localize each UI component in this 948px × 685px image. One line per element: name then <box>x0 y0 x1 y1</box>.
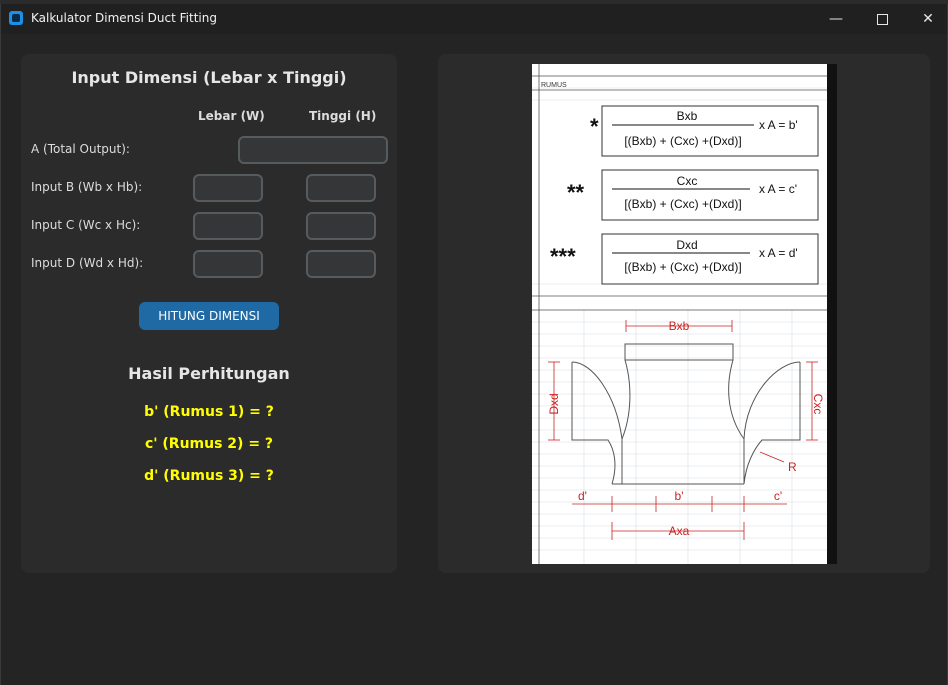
app-icon <box>9 11 23 25</box>
formula-1-numerator: Bxb <box>677 109 698 123</box>
formula-3-mark: *** <box>550 244 576 269</box>
minimize-button[interactable]: — <box>813 4 859 34</box>
results-title: Hasil Perhitungan <box>128 364 290 383</box>
window-title: Kalkulator Dimensi Duct Fitting <box>31 11 217 25</box>
width-column-header: Lebar (W) <box>198 109 265 123</box>
formula-1-mark: * <box>590 114 599 139</box>
reference-panel: RUMUS * Bxb [(Bxb) + (Cxc) +(Dxd)] x A =… <box>438 54 930 573</box>
formula-3-denominator: [(Bxb) + (Cxc) +(Dxd)] <box>624 260 741 274</box>
input-panel: Input Dimensi (Lebar x Tinggi) Lebar (W)… <box>21 54 397 573</box>
dim-right-label: Cxc <box>811 394 825 415</box>
formula-1-denominator: [(Bxb) + (Cxc) +(Dxd)] <box>624 134 741 148</box>
input-c-width[interactable] <box>193 212 263 240</box>
result-d-prime: d' (Rumus 3) = ? <box>144 468 274 484</box>
formula-3: *** Dxd [(Bxb) + (Cxc) +(Dxd)] x A = d' <box>550 233 819 285</box>
image-right-edge <box>827 64 837 564</box>
dim-top-label: Bxb <box>669 319 690 333</box>
close-button[interactable]: ✕ <box>905 4 948 34</box>
maximize-icon <box>876 13 888 25</box>
row-label-a: A (Total Output): <box>31 142 130 156</box>
input-d-width[interactable] <box>193 250 263 278</box>
duct-fitting-diagram <box>571 343 801 485</box>
row-label-c: Input C (Wc x Hc): <box>31 218 141 232</box>
result-b-prime: b' (Rumus 1) = ? <box>144 404 274 420</box>
formula-3-suffix: x A = d' <box>759 246 798 260</box>
title-bar: Kalkulator Dimensi Duct Fitting — ✕ <box>1 4 947 34</box>
formula-1: * Bxb [(Bxb) + (Cxc) +(Dxd)] x A = b' <box>590 105 819 157</box>
input-d-height[interactable] <box>306 250 376 278</box>
formula-2-denominator: [(Bxb) + (Cxc) +(Dxd)] <box>624 197 741 211</box>
maximize-button[interactable] <box>859 4 905 34</box>
close-icon: ✕ <box>922 11 934 27</box>
formula-2-numerator: Cxc <box>677 174 698 188</box>
b-prime-label: b' <box>675 489 684 503</box>
app-window: Kalkulator Dimensi Duct Fitting — ✕ Inpu… <box>0 4 948 685</box>
radius-label: R <box>788 460 797 474</box>
minimize-icon: — <box>829 11 843 27</box>
row-label-d: Input D (Wd x Hd): <box>31 256 144 270</box>
formula-2-suffix: x A = c' <box>759 182 797 196</box>
input-b-height[interactable] <box>306 174 376 202</box>
total-output-input[interactable] <box>238 136 388 164</box>
dim-bottom-label: Axa <box>669 524 690 538</box>
height-column-header: Tinggi (H) <box>309 109 377 123</box>
c-prime-label: c' <box>774 489 782 503</box>
rumus-label: RUMUS <box>541 82 567 89</box>
result-c-prime: c' (Rumus 2) = ? <box>144 436 274 452</box>
dim-left-label: Dxd <box>547 393 561 414</box>
input-c-height[interactable] <box>306 212 376 240</box>
d-prime-label: d' <box>578 489 587 503</box>
formula-1-suffix: x A = b' <box>759 118 798 132</box>
input-b-width[interactable] <box>193 174 263 202</box>
formula-reference-image: RUMUS * Bxb [(Bxb) + (Cxc) +(Dxd)] x A =… <box>532 64 837 564</box>
formula-3-numerator: Dxd <box>676 238 697 252</box>
formula-2: ** Cxc [(Bxb) + (Cxc) +(Dxd)] x A = c' <box>567 169 819 221</box>
formula-2-mark: ** <box>567 180 585 205</box>
input-panel-title: Input Dimensi (Lebar x Tinggi) <box>71 68 347 87</box>
row-label-b: Input B (Wb x Hb): <box>31 180 143 194</box>
calculate-button[interactable]: HITUNG DIMENSI <box>139 302 279 330</box>
